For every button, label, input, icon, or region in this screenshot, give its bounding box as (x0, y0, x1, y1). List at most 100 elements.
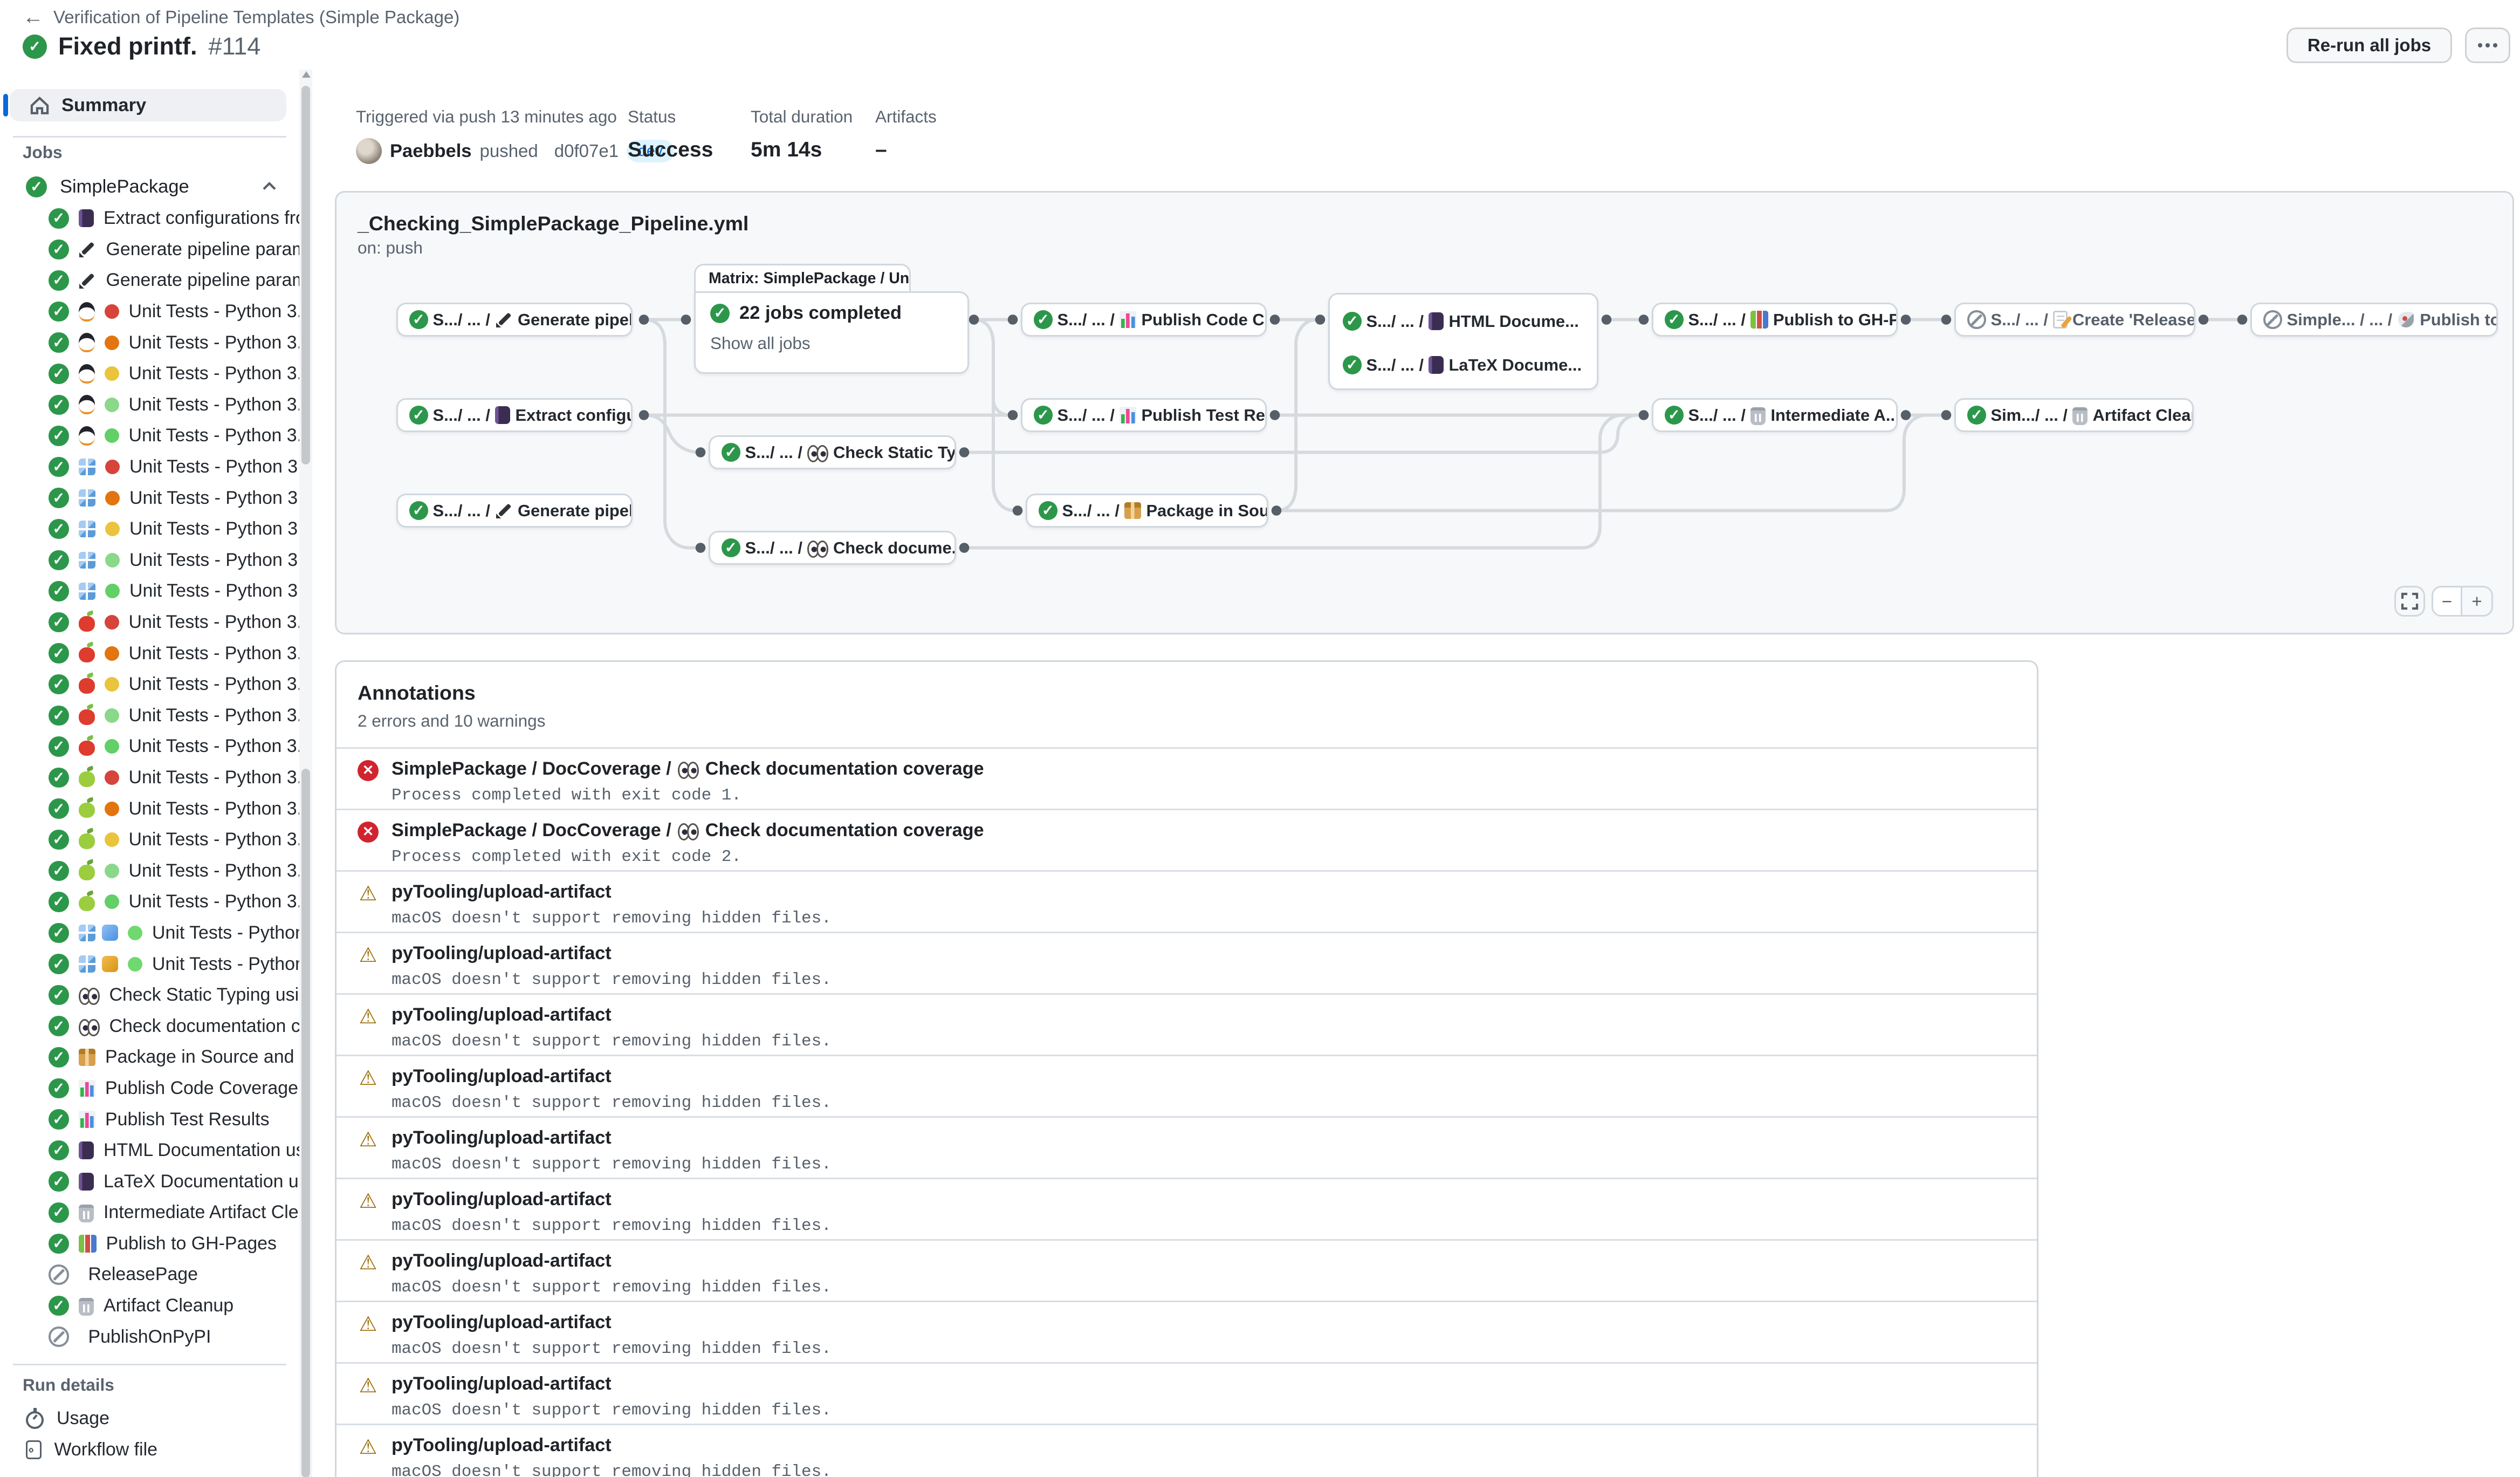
matrix-group-box[interactable]: 22 jobs completed Show all jobs (694, 291, 969, 374)
avatar[interactable] (356, 138, 382, 164)
sidebar-item-job[interactable]: Unit Tests - Python 3.9 (0, 296, 299, 327)
zoom-out-button[interactable]: − (2433, 587, 2462, 615)
job-status-icon (49, 332, 69, 353)
graph-job-node[interactable]: S.../ ... / Generate pipelin... 0s (396, 303, 633, 337)
graph-job-node[interactable]: S.../ ... / Generate pipelin... 0s (396, 494, 633, 528)
sidebar-item-job[interactable]: Unit Tests - Python 3.13 (0, 731, 299, 762)
sidebar-item-job[interactable]: Unit Tests - Python 3.13 (0, 576, 299, 607)
sidebar-item-job[interactable]: Unit Tests - Python 3.10 (0, 638, 299, 669)
run-details-item[interactable]: Workflow file (0, 1434, 299, 1466)
job-group-simplepackage[interactable]: SimplePackage (10, 172, 286, 201)
graph-job-node[interactable]: S.../ ... / Publish Test Re... 13s (1021, 398, 1267, 432)
annotation-title-link[interactable]: SimplePackage / DocCoverage / Check docu… (392, 758, 984, 779)
sidebar-item-job[interactable]: Package in Source and Wheel... (0, 1042, 299, 1073)
annotation-title-link[interactable]: pyTooling/upload-artifact (392, 1004, 612, 1025)
node-status-icon (409, 501, 428, 520)
annotation-title-link[interactable]: pyTooling/upload-artifact (392, 1066, 612, 1087)
sidebar-item-job[interactable]: PublishOnPyPI (0, 1321, 299, 1352)
sidebar-item-job[interactable]: Unit Tests - Python 3.12 (0, 948, 299, 980)
sidebar-item-job[interactable]: Unit Tests - Python 3.12 (0, 545, 299, 576)
sidebar-item-job[interactable]: Publish to GH-Pages (0, 1228, 299, 1260)
annotation-title-link[interactable]: pyTooling/upload-artifact (392, 1373, 612, 1394)
python-version-dot-icon (105, 894, 119, 909)
run-number: #114 (209, 32, 261, 60)
python-version-dot-icon (105, 615, 119, 630)
sidebar-item-summary[interactable]: Summary (10, 89, 286, 121)
sidebar-item-job[interactable]: Unit Tests - Python 3.10 (0, 482, 299, 514)
annotation-title-link[interactable]: pyTooling/upload-artifact (392, 1312, 612, 1333)
scrollbar-thumb[interactable] (301, 86, 310, 464)
graph-job-node[interactable]: S.../ ... / Publish to GH-P... 7s (1652, 303, 1898, 337)
job-label: Unit Tests - Python 3.11 (129, 829, 300, 850)
annotations-summary: 2 errors and 10 warnings (358, 711, 2016, 731)
graph-job-node[interactable]: S.../ ... / Extract configur... 4s (396, 398, 633, 432)
sidebar-item-job[interactable]: LaTeX Documentation using ... (0, 1166, 299, 1197)
sidebar-item-job[interactable]: Publish Test Results (0, 1104, 299, 1135)
sidebar-item-job[interactable]: Check Static Typing using Pyt... (0, 980, 299, 1011)
graph-job-node[interactable]: Sim.../ ... / Artifact Cleanup 4s (1954, 398, 2194, 432)
sidebar-item-job[interactable]: Generate pipeline parameters (0, 265, 299, 296)
zoom-in-button[interactable]: + (2462, 587, 2491, 615)
kebab-menu-button[interactable] (2465, 28, 2510, 63)
annotation-title-link[interactable]: pyTooling/upload-artifact (392, 943, 612, 964)
annotation-title-link[interactable]: pyTooling/upload-artifact (392, 881, 612, 902)
scrollbar-thumb[interactable] (301, 769, 310, 1477)
annotation-title-link[interactable]: pyTooling/upload-artifact (392, 1189, 612, 1210)
sidebar-item-job[interactable]: Unit Tests - Python 3.9 (0, 452, 299, 483)
graph-job-node[interactable]: Simple... / ... / Publish to PyPI (2250, 303, 2498, 337)
job-icons (79, 830, 95, 849)
sidebar-item-job[interactable]: Unit Tests - Python 3.10 (0, 793, 299, 824)
sidebar-item-job[interactable]: Check documentation covera... (0, 1010, 299, 1042)
annotation-title-link[interactable]: SimplePackage / DocCoverage / Check docu… (392, 820, 984, 841)
job-label: LaTeX Documentation using ... (104, 1171, 299, 1192)
graph-job-node[interactable]: S.../ ... / Check Static Ty... 17s (709, 435, 956, 469)
show-all-jobs-link[interactable]: Show all jobs (710, 333, 953, 353)
node-label: Generate pipelin... (518, 310, 633, 330)
annotation-row: pyTooling/upload-artifact macOS doesn't … (337, 870, 2037, 932)
graph-job-node[interactable]: S.../ ... / Package in Sou... 18s (1026, 494, 1268, 528)
sidebar-item-job[interactable]: Unit Tests - Python 3.12 (0, 918, 299, 949)
sidebar-item-job[interactable]: Intermediate Artifact Cleanup (0, 1197, 299, 1228)
actor-link[interactable]: Paebbels (390, 141, 472, 162)
sidebar-item-job[interactable]: Unit Tests - Python 3.9 (0, 762, 299, 794)
sidebar-item-job[interactable]: Unit Tests - Python 3.13 (0, 886, 299, 918)
annotation-title-link[interactable]: pyTooling/upload-artifact (392, 1250, 612, 1271)
graph-job-node[interactable]: S.../ ... / HTML Docume... 55s (1343, 299, 1584, 343)
sidebar-item-job[interactable]: Unit Tests - Python 3.11 (0, 824, 299, 856)
node-label: Generate pipelin... (518, 501, 633, 521)
sidebar-item-job[interactable]: Unit Tests - Python 3.11 (0, 358, 299, 389)
sidebar-item-job[interactable]: Unit Tests - Python 3.9 (0, 607, 299, 638)
graph-job-node[interactable]: S.../ ... / LaTeX Docume... 51s (1343, 343, 1584, 387)
sidebar-item-job[interactable]: HTML Documentation using ... (0, 1135, 299, 1166)
fullscreen-button[interactable] (2394, 586, 2425, 617)
graph-job-node[interactable]: S.../ ... / Publish Code C... 20s (1021, 303, 1267, 337)
annotation-row: pyTooling/upload-artifact macOS doesn't … (337, 1116, 2037, 1178)
sidebar-item-job[interactable]: Unit Tests - Python 3.11 (0, 669, 299, 700)
commit-sha-link[interactable]: d0f07e1 (554, 141, 619, 161)
sidebar-item-job[interactable]: Unit Tests - Python 3.10 (0, 327, 299, 358)
annotation-title-link[interactable]: pyTooling/upload-artifact (392, 1435, 612, 1456)
breadcrumb[interactable]: ← Verification of Pipeline Templates (Si… (23, 6, 459, 28)
graph-job-node[interactable]: S.../ ... / Check docume... 18s (709, 531, 956, 565)
python-version-dot-icon (105, 460, 120, 474)
sidebar-item-job[interactable]: Publish Code Coverage Results (0, 1073, 299, 1104)
jobs-list: Extract configurations from p... Generat… (0, 203, 299, 1352)
sidebar-item-job[interactable]: Unit Tests - Python 3.12 (0, 389, 299, 421)
sidebar-item-job[interactable]: Artifact Cleanup (0, 1290, 299, 1322)
scrollbar-up-arrow[interactable] (302, 71, 311, 78)
annotation-title-link[interactable]: pyTooling/upload-artifact (392, 1127, 612, 1148)
sidebar-item-job[interactable]: Extract configurations from p... (0, 203, 299, 234)
run-details-item[interactable]: Usage (0, 1403, 299, 1434)
sidebar-item-job[interactable]: Unit Tests - Python 3.12 (0, 855, 299, 886)
sidebar-item-job[interactable]: Unit Tests - Python 3.11 (0, 514, 299, 545)
sidebar-item-job[interactable]: Generate pipeline parameters (0, 234, 299, 265)
sidebar-item-job[interactable]: Unit Tests - Python 3.13 (0, 420, 299, 452)
sidebar-item-job[interactable]: Unit Tests - Python 3.12 (0, 700, 299, 731)
rerun-all-jobs-button[interactable]: Re-run all jobs (2286, 28, 2452, 63)
graph-job-node[interactable]: S.../ ... / Intermediate A... 16s (1652, 398, 1898, 432)
run-title-row: Fixed printf. #114 (23, 32, 260, 60)
sidebar-item-job[interactable]: ReleasePage (0, 1259, 299, 1290)
node-status-icon (1034, 406, 1053, 425)
penguin-icon (79, 333, 95, 352)
graph-job-node[interactable]: S.../ ... / Create 'Release Pa... (1954, 303, 2195, 337)
